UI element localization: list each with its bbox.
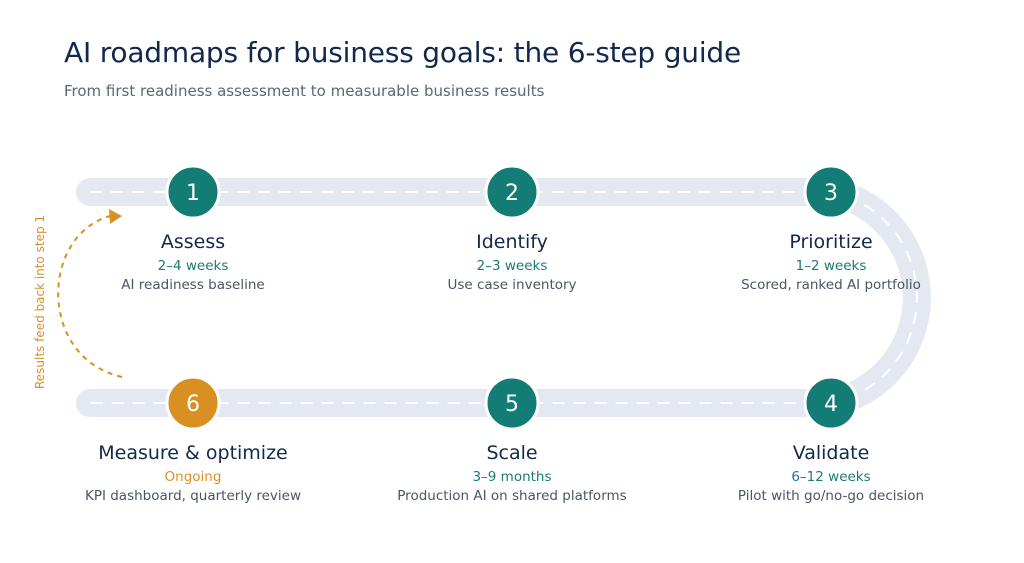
step-description: Production AI on shared platforms <box>397 488 627 504</box>
step-duration: 2–3 weeks <box>476 258 548 274</box>
step-marker-6: 6 <box>165 375 221 431</box>
svg-text:4: 4 <box>824 392 838 417</box>
step-title: Prioritize <box>789 231 873 253</box>
step-description: Pilot with go/no-go decision <box>737 488 925 504</box>
step-title: Identify <box>476 231 548 253</box>
step-title: Measure & optimize <box>98 442 288 464</box>
step-marker-1: 1 <box>165 164 221 220</box>
svg-text:2: 2 <box>505 181 519 206</box>
step-title: Validate <box>792 442 870 464</box>
road-path <box>76 178 931 417</box>
step-marker-3: 3 <box>803 164 859 220</box>
step-label-6: Measure & optimize Ongoing KPI dashboard… <box>53 441 333 506</box>
step-description: Use case inventory <box>447 277 577 293</box>
step-marker-4: 4 <box>803 375 859 431</box>
svg-text:1: 1 <box>186 181 200 206</box>
step-description: Scored, ranked AI portfolio <box>741 277 921 293</box>
svg-text:3: 3 <box>824 181 838 206</box>
step-duration: 6–12 weeks <box>791 469 871 485</box>
road-center-line <box>90 191 918 404</box>
step-title: Scale <box>486 442 538 464</box>
step-duration: 2–4 weeks <box>157 258 229 274</box>
step-description: AI readiness baseline <box>121 277 265 293</box>
step-duration: Ongoing <box>164 469 222 485</box>
step-label-3: Prioritize 1–2 weeks Scored, ranked AI p… <box>691 230 971 295</box>
step-duration: 1–2 weeks <box>795 258 867 274</box>
step-label-2: Identify 2–3 weeks Use case inventory <box>372 230 652 295</box>
svg-text:6: 6 <box>186 392 200 417</box>
feedback-label: Results feed back into step 1 <box>33 214 47 390</box>
step-description: KPI dashboard, quarterly review <box>84 488 302 504</box>
step-label-5: Scale 3–9 months Production AI on shared… <box>372 441 652 506</box>
step-label-1: Assess 2–4 weeks AI readiness baseline <box>53 230 333 295</box>
step-marker-5: 5 <box>484 375 540 431</box>
step-title: Assess <box>160 231 226 253</box>
feedback-arrowhead-icon <box>109 209 122 224</box>
step-label-4: Validate 6–12 weeks Pilot with go/no-go … <box>691 441 971 506</box>
step-duration: 3–9 months <box>472 469 552 485</box>
svg-text:5: 5 <box>505 392 519 417</box>
step-marker-2: 2 <box>484 164 540 220</box>
